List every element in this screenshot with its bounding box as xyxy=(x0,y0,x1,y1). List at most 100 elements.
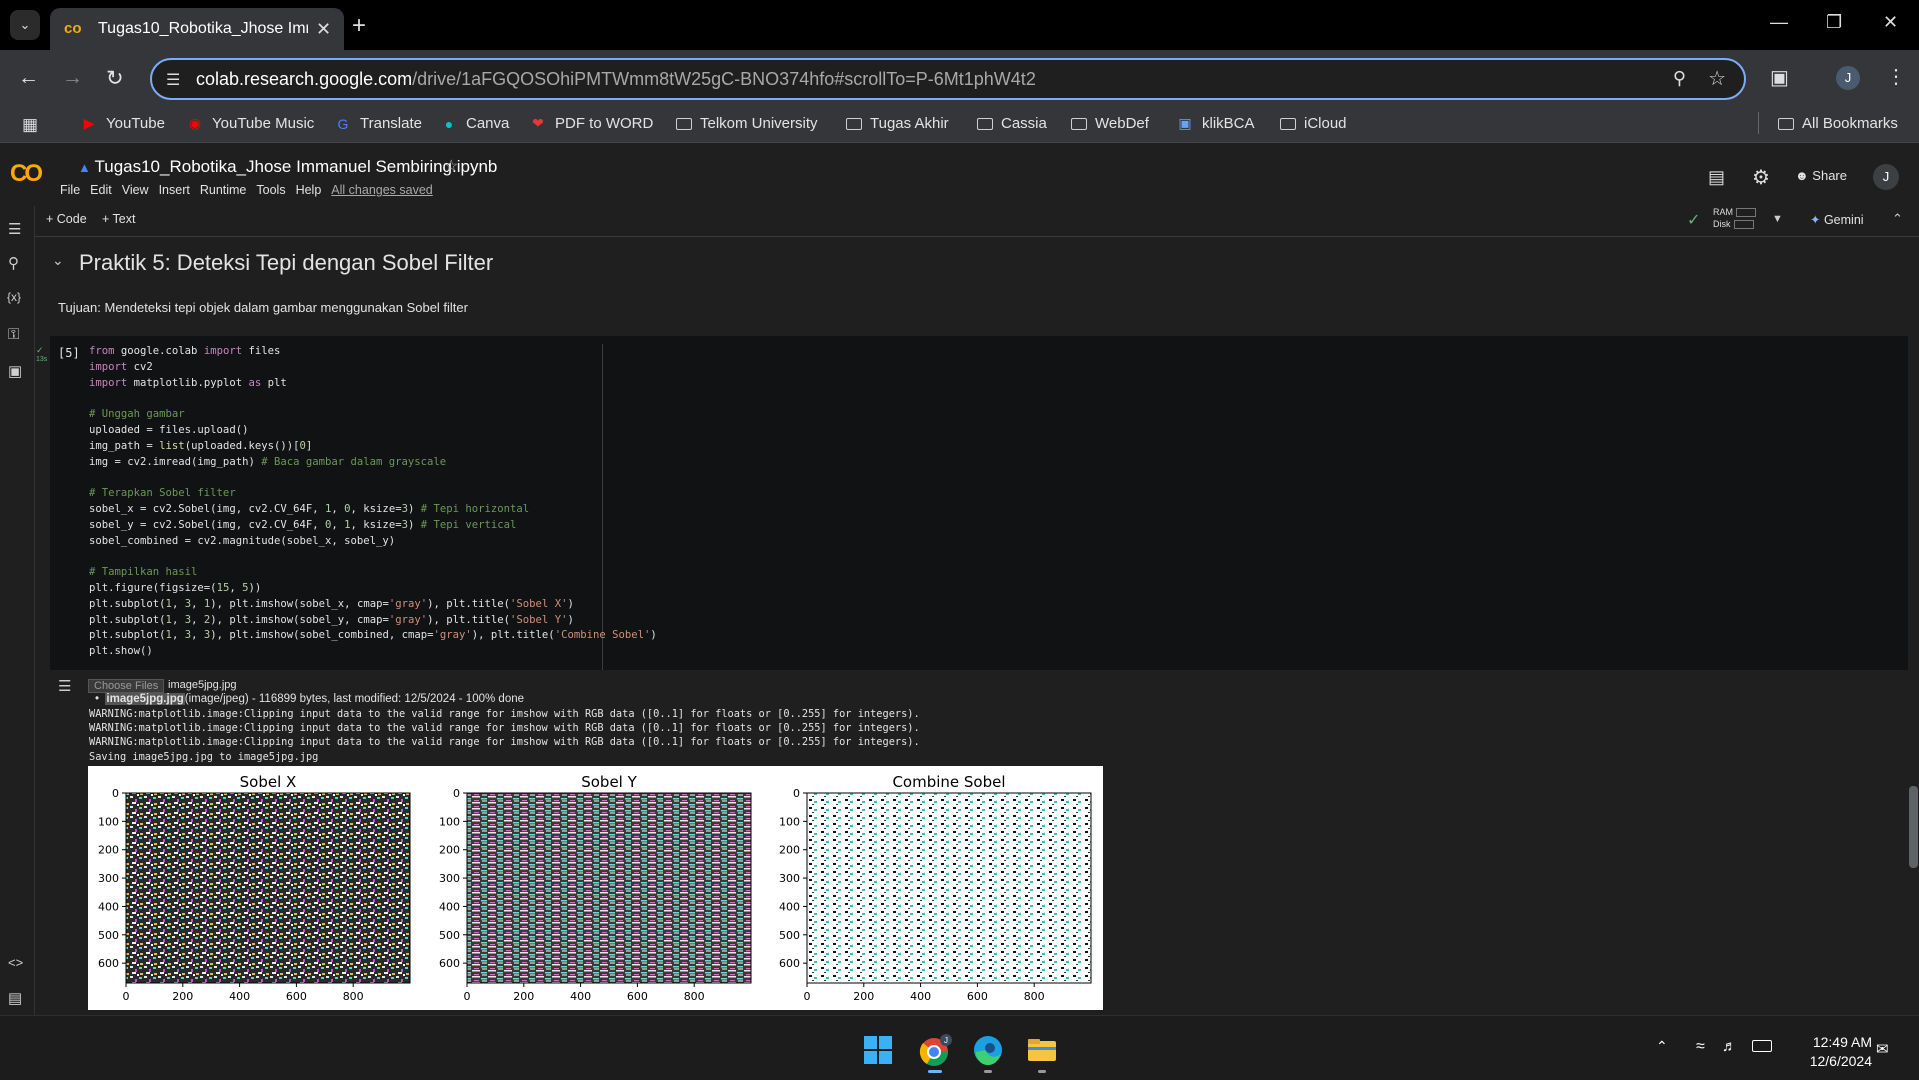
menu-edit[interactable]: Edit xyxy=(90,183,112,197)
comment-icon[interactable]: ▤ xyxy=(1708,167,1725,188)
wifi-icon[interactable]: ≈ xyxy=(1696,1038,1705,1056)
section-collapse-chevron-icon[interactable]: ⌄ xyxy=(52,252,64,269)
forward-arrow-icon[interactable]: → xyxy=(62,66,83,90)
disk-bar xyxy=(1733,220,1754,230)
heart-icon: ❤ xyxy=(532,115,544,131)
search-icon[interactable]: ⚲ xyxy=(8,254,19,272)
collapse-toolbar-icon[interactable]: ⌃ xyxy=(1892,211,1903,227)
notification-bell-icon[interactable]: ✉ xyxy=(1876,1040,1889,1058)
edge-taskbar-icon[interactable] xyxy=(972,1034,1004,1073)
more-menu-icon[interactable]: ⋮ xyxy=(1886,64,1906,89)
x-tick-label: 800 xyxy=(684,990,705,1003)
back-arrow-icon[interactable]: ← xyxy=(18,66,39,90)
restore-window-button[interactable]: ❐ xyxy=(1826,12,1842,33)
url-path: /drive/1aFGQOSOhiPMTWmm8tW25gC-BNO374hfo… xyxy=(412,69,1036,89)
zoom-icon[interactable]: ⚲ xyxy=(1673,68,1686,89)
files-folder-icon[interactable]: ▣ xyxy=(8,362,22,380)
runtime-dropdown-icon[interactable]: ▼ xyxy=(1772,213,1783,225)
address-bar[interactable]: ☰ colab.research.google.com/drive/1aFGQO… xyxy=(150,58,1746,100)
bookmark-cassia[interactable]: Cassia xyxy=(977,115,1047,132)
section-description: Tujuan: Mendeteksi tepi objek dalam gamb… xyxy=(58,300,468,315)
reload-icon[interactable]: ↻ xyxy=(106,66,124,91)
url-host: colab.research.google.com xyxy=(196,69,413,89)
cell-execution-count[interactable]: [5] xyxy=(58,346,80,360)
clock-time: 12:49 AM xyxy=(1812,1034,1872,1050)
bookmark-webdef[interactable]: WebDef xyxy=(1071,115,1149,132)
active-indicator xyxy=(928,1070,942,1073)
add-code-button[interactable]: + Code xyxy=(46,212,87,226)
volume-icon[interactable]: ♬ xyxy=(1722,1038,1737,1055)
menu-help[interactable]: Help xyxy=(296,183,322,197)
chrome-badge: J xyxy=(944,1036,948,1045)
site-info-icon[interactable]: ☰ xyxy=(166,70,180,90)
colab-favicon-icon: co xyxy=(64,20,82,37)
close-tab-icon[interactable]: ✕ xyxy=(316,19,331,40)
windows-start-icon[interactable] xyxy=(862,1034,894,1066)
cell-source-code[interactable]: from google.colab import files import cv… xyxy=(89,344,657,660)
apps-grid-icon[interactable]: ▦ xyxy=(22,115,38,135)
gemini-button[interactable]: ✦ Gemini xyxy=(1810,212,1864,227)
bookmark-youtube-music[interactable]: ◉ YouTube Music xyxy=(186,115,314,132)
bookmark-icloud[interactable]: iCloud xyxy=(1280,115,1347,132)
subplot-title: Sobel X xyxy=(240,773,297,791)
y-tick-label: 600 xyxy=(439,957,460,970)
file-explorer-taskbar-icon[interactable] xyxy=(1026,1034,1058,1073)
user-avatar[interactable]: J xyxy=(1873,164,1899,190)
y-tick-label: 500 xyxy=(98,929,119,942)
bookmark-pdf-to-word[interactable]: ❤ PDF to WORD xyxy=(529,115,653,132)
close-window-button[interactable]: ✕ xyxy=(1883,12,1898,33)
show-hidden-icons-chevron-icon[interactable]: ⌃ xyxy=(1656,1038,1668,1055)
output-line: WARNING:matplotlib.image:Clipping input … xyxy=(89,736,920,749)
y-tick-label: 600 xyxy=(779,957,800,970)
output-actions-icon[interactable]: ☰ xyxy=(58,677,71,695)
menu-file[interactable]: File xyxy=(60,183,80,197)
x-tick-label: 600 xyxy=(627,990,648,1003)
profile-avatar[interactable]: J xyxy=(1836,66,1860,90)
choose-files-button[interactable]: Choose Files xyxy=(88,679,165,693)
save-status[interactable]: All changes saved xyxy=(331,183,432,197)
clock-date: 12/6/2024 xyxy=(1809,1053,1872,1069)
output-line: WARNING:matplotlib.image:Clipping input … xyxy=(89,708,920,720)
add-text-button[interactable]: + Text xyxy=(102,212,135,226)
notebook-toolbar xyxy=(35,206,1919,237)
bookmark-telkom-university[interactable]: Telkom University xyxy=(676,115,818,132)
tab-search-button[interactable]: ⌄ xyxy=(10,10,40,40)
all-bookmarks[interactable]: All Bookmarks xyxy=(1778,115,1898,132)
share-button[interactable]: ☻ Share xyxy=(1795,168,1847,183)
clock[interactable]: 12:49 AM 12/6/2024 xyxy=(1798,1033,1872,1071)
browser-tab-active[interactable]: co Tugas10_Robotika_Jhose Imma ✕ xyxy=(50,8,344,50)
x-tick-label: 600 xyxy=(967,990,988,1003)
bookmark-tugas-akhir[interactable]: Tugas Akhir xyxy=(846,115,949,132)
bookmark-star-icon[interactable]: ☆ xyxy=(1708,66,1726,91)
extensions-icon[interactable]: ▣ xyxy=(1770,65,1789,90)
gear-icon[interactable]: ⚙ xyxy=(1752,165,1770,190)
chrome-taskbar-icon[interactable]: J xyxy=(916,1034,958,1073)
cell-run-time: 13s xyxy=(36,356,48,363)
menu-insert[interactable]: Insert xyxy=(159,183,190,197)
bookmark-youtube[interactable]: ▶ YouTube xyxy=(80,115,165,132)
colab-logo-icon[interactable]: CO xyxy=(10,160,43,188)
output-stream: WARNING:matplotlib.image:Clipping input … xyxy=(89,707,920,764)
y-tick-label: 500 xyxy=(779,929,800,942)
battery-icon[interactable] xyxy=(1752,1040,1772,1052)
command-palette-icon[interactable]: ▤ xyxy=(8,989,22,1007)
minimize-window-button[interactable]: — xyxy=(1770,12,1788,33)
menu-view[interactable]: View xyxy=(122,183,149,197)
check-icon: ✓ xyxy=(36,345,44,355)
table-of-contents-icon[interactable]: ☰ xyxy=(8,220,21,238)
bookmark-translate[interactable]: G Translate xyxy=(334,115,422,132)
chevron-down-icon: ⌄ xyxy=(19,17,31,32)
menu-tools[interactable]: Tools xyxy=(256,183,285,197)
notebook-title[interactable]: ▲ Tugas10_Robotika_Jhose Immanuel Sembir… xyxy=(78,157,497,177)
bookmark-canva[interactable]: ● Canva xyxy=(440,115,510,132)
secrets-key-icon[interactable]: ⚿ xyxy=(8,326,19,343)
bookmark-klikbca[interactable]: ▣ klikBCA xyxy=(1176,115,1254,132)
new-tab-button[interactable]: + xyxy=(352,12,366,40)
star-notebook-icon[interactable]: ☆ xyxy=(444,156,458,176)
resource-monitor[interactable]: RAM Disk xyxy=(1713,206,1756,230)
upload-filename: image5jpg.jpg xyxy=(105,693,185,705)
variables-icon[interactable]: {x} xyxy=(7,290,21,304)
menu-runtime[interactable]: Runtime xyxy=(200,183,247,197)
scrollbar-thumb[interactable] xyxy=(1909,786,1918,868)
code-snippets-icon[interactable]: <> xyxy=(8,955,23,970)
